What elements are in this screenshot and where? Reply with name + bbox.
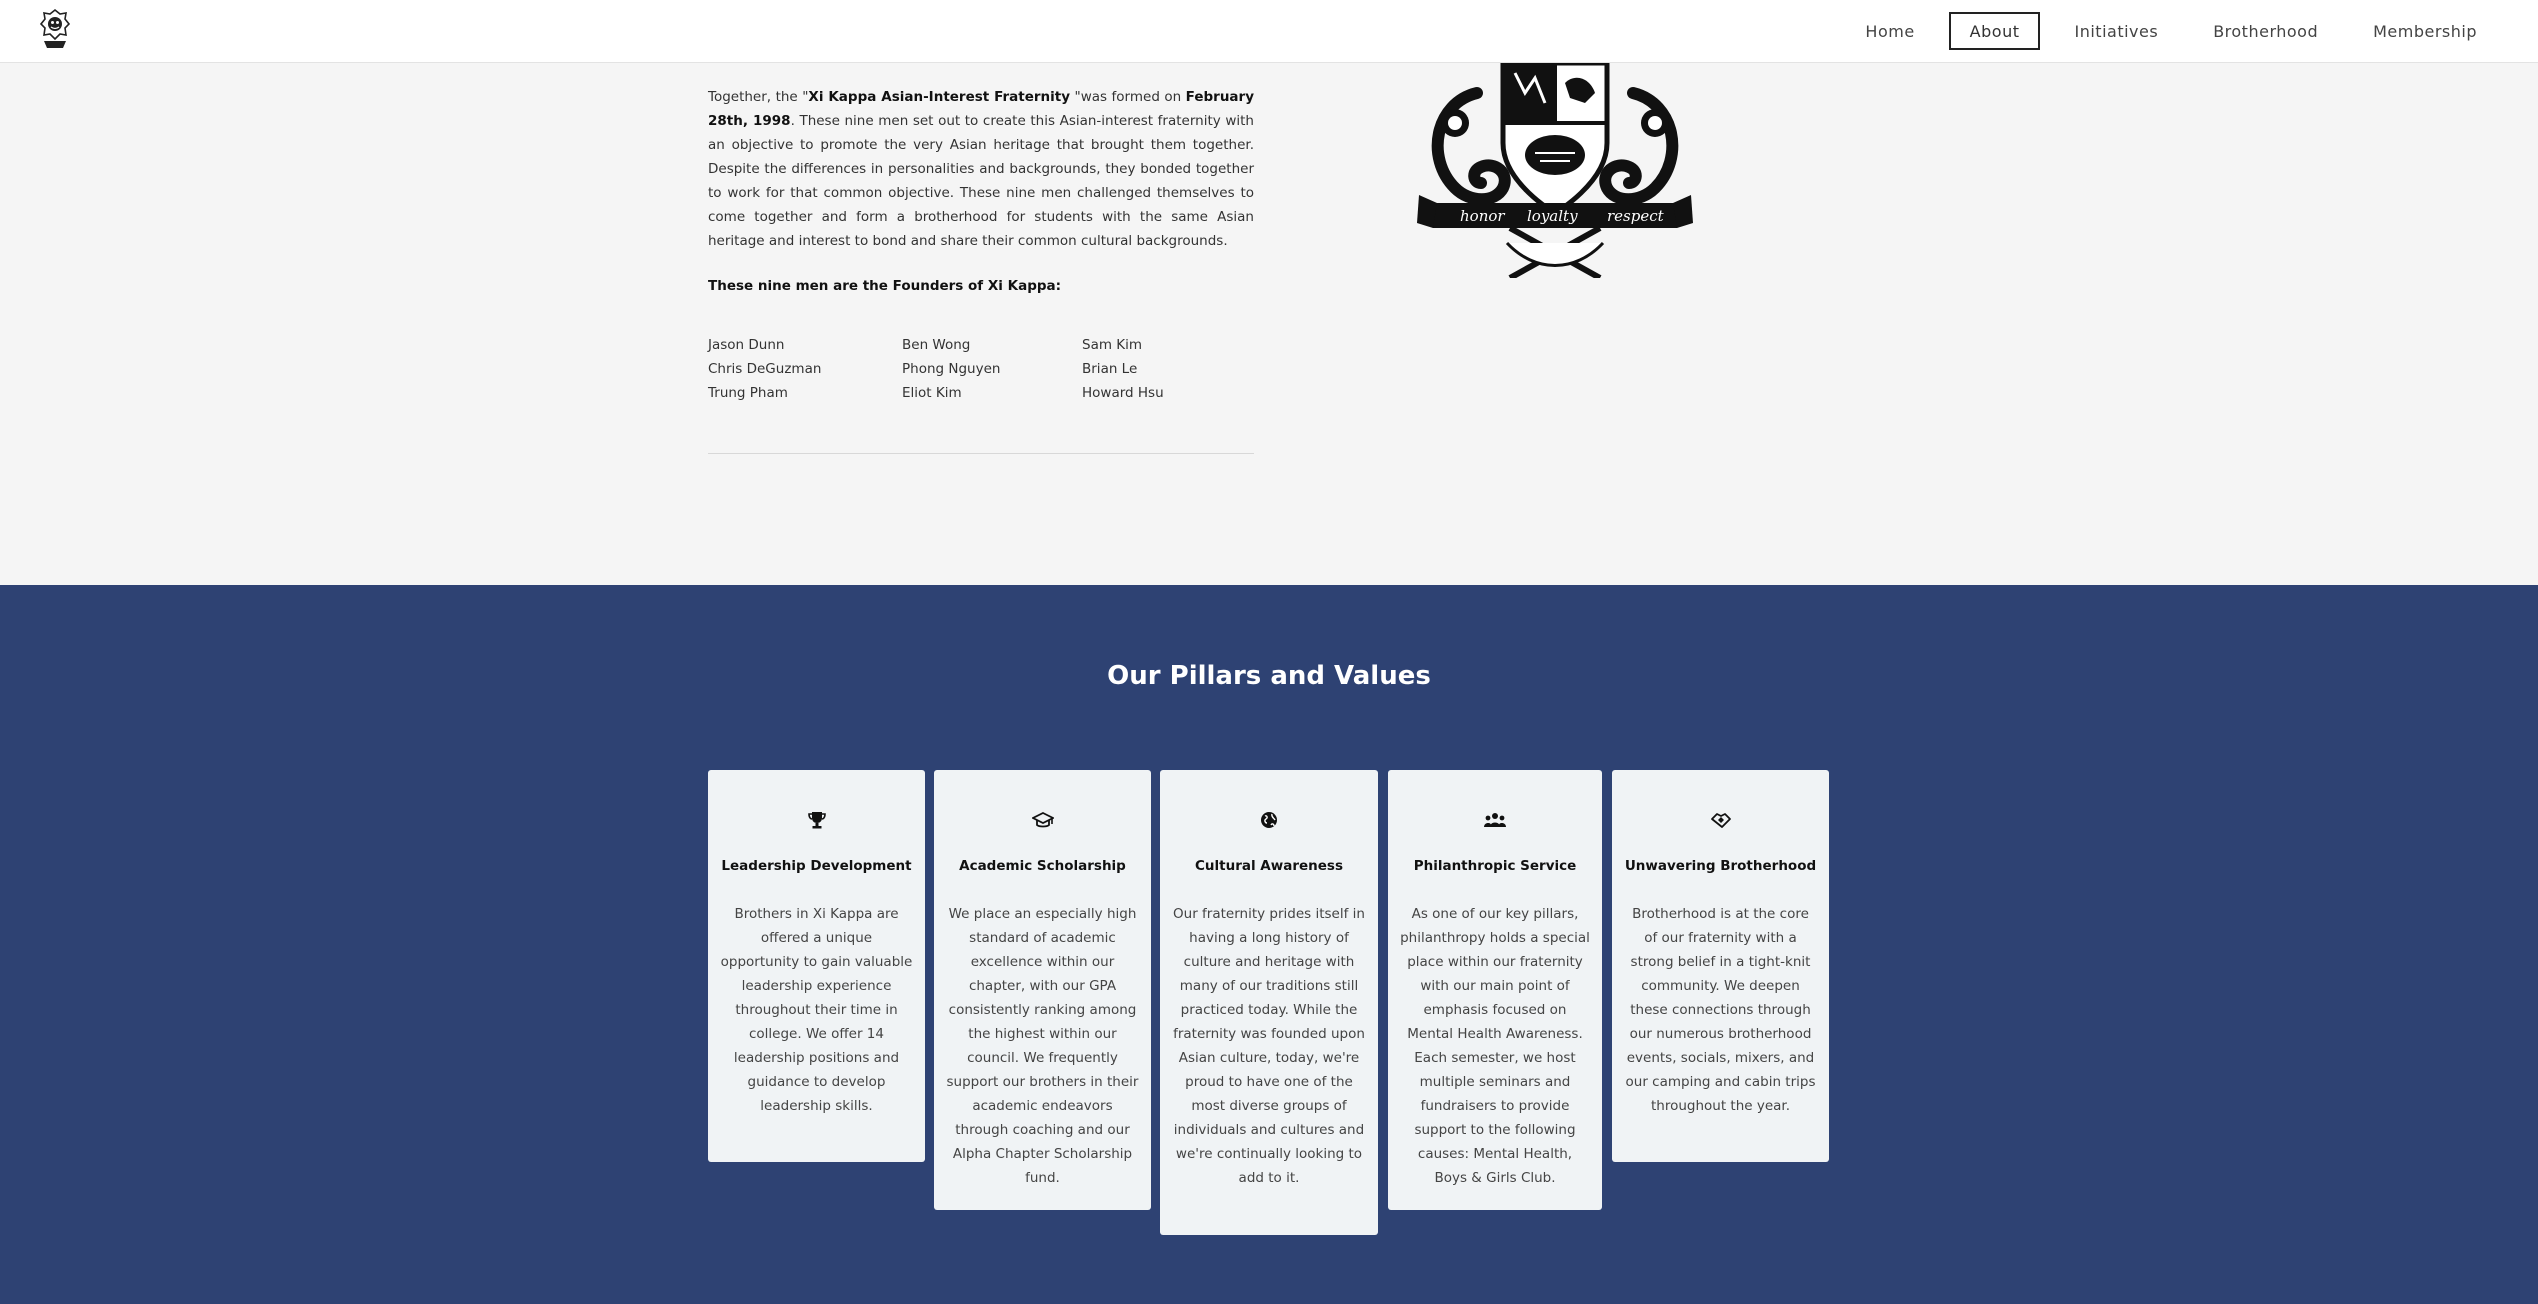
founder-name: Trung Pham — [708, 385, 788, 401]
main-nav: Home About Initiatives Brotherhood Membe… — [1831, 12, 2498, 50]
nav-membership[interactable]: Membership — [2352, 12, 2498, 50]
pillar-card-philanthropic: Philanthropic Service As one of our key … — [1388, 770, 1602, 1210]
crest-banner-word: loyalty — [1527, 207, 1578, 225]
org-name: Xi Kappa Asian-Interest Fraternity — [808, 89, 1071, 105]
pillars-title: Our Pillars and Values — [1107, 661, 1431, 691]
card-title: Philanthropic Service — [1413, 858, 1577, 874]
trophy-icon — [708, 810, 925, 832]
nav-brotherhood[interactable]: Brotherhood — [2192, 12, 2339, 50]
founder-name: Eliot Kim — [902, 385, 962, 401]
nav-initiatives[interactable]: Initiatives — [2053, 12, 2179, 50]
founding-story: Together, the "Xi Kappa Asian-Interest F… — [708, 85, 1254, 253]
graduation-cap-icon — [934, 810, 1151, 832]
crest-banner-word: honor — [1460, 207, 1505, 225]
founder-name: Chris DeGuzman — [708, 361, 822, 377]
founder-name: Sam Kim — [1082, 337, 1143, 353]
pillar-card-academic: Academic Scholarship We place an especia… — [934, 770, 1151, 1210]
card-title: Leadership Development — [721, 858, 912, 874]
pillar-card-brotherhood: Unwavering Brotherhood Brotherhood is at… — [1612, 770, 1829, 1162]
founder-name: Howard Hsu — [1082, 385, 1164, 401]
card-title: Unwavering Brotherhood — [1624, 858, 1817, 874]
card-body: As one of our key pillars, philanthropy … — [1400, 906, 1590, 1186]
founder-name: Jason Dunn — [708, 337, 785, 353]
story-body: . These nine men set out to create this … — [708, 113, 1254, 249]
site-header: Home About Initiatives Brotherhood Membe… — [0, 0, 2538, 63]
founder-name: Ben Wong — [902, 337, 971, 353]
globe-icon — [1160, 810, 1378, 832]
card-body: Brothers in Xi Kappa are offered a uniqu… — [720, 906, 913, 1114]
story-connector: "was formed on — [1070, 89, 1186, 105]
nav-home[interactable]: Home — [1844, 12, 1935, 50]
about-section: Together, the "Xi Kappa Asian-Interest F… — [0, 63, 2538, 585]
crest-banner-word: respect — [1607, 207, 1665, 225]
pillar-card-leadership: Leadership Development Brothers in Xi Ka… — [708, 770, 925, 1162]
people-group-icon — [1388, 810, 1602, 832]
founder-name: Brian Le — [1082, 361, 1138, 377]
pillar-card-cultural: Cultural Awareness Our fraternity prides… — [1160, 770, 1378, 1235]
fraternity-crest-icon: honor loyalty respect — [1417, 63, 1693, 278]
card-body: Brotherhood is at the core of our frater… — [1625, 906, 1816, 1114]
handshake-icon — [1612, 810, 1829, 832]
card-body: Our fraternity prides itself in having a… — [1173, 906, 1365, 1186]
nav-about[interactable]: About — [1948, 12, 2041, 50]
section-divider — [708, 453, 1254, 454]
founders-heading: These nine men are the Founders of Xi Ka… — [708, 278, 1062, 294]
card-title: Academic Scholarship — [959, 858, 1126, 874]
founder-name: Phong Nguyen — [902, 361, 1001, 377]
fraternity-logo-icon[interactable] — [38, 8, 72, 50]
story-intro: Together, the " — [708, 89, 809, 105]
card-title: Cultural Awareness — [1195, 858, 1343, 874]
pillars-section: Our Pillars and Values Leadership Develo… — [0, 585, 2538, 1304]
card-body: We place an especially high standard of … — [946, 906, 1139, 1186]
